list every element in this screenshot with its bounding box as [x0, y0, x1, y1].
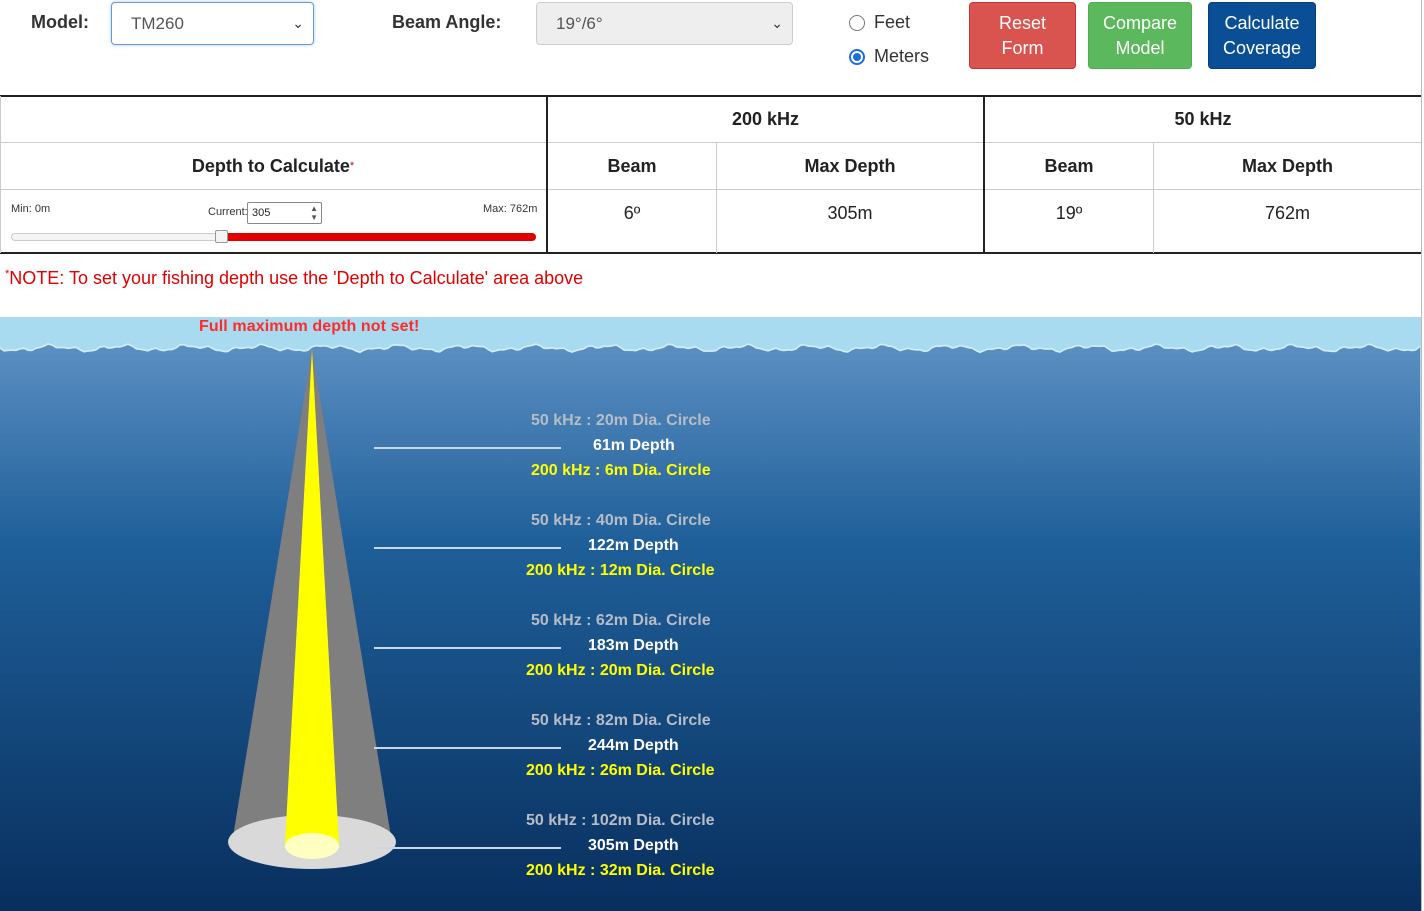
marker-200khz-label: 200 kHz : 12m Dia. Circle: [526, 562, 715, 579]
page-border: [1421, 0, 1422, 911]
marker-depth-label: 61m Depth: [593, 437, 675, 454]
beam-angle-value: 19°/6°: [556, 14, 603, 33]
compare-model-button[interactable]: Compare Model: [1088, 2, 1192, 69]
reset-form-label-2: Form: [1001, 38, 1044, 58]
marker-50khz-label: 50 kHz : 82m Dia. Circle: [531, 712, 711, 729]
beam-angle-label: Beam Angle:: [392, 12, 502, 32]
marker-50khz-label: 50 kHz : 102m Dia. Circle: [526, 812, 715, 829]
reset-form-label-1: Reset: [998, 13, 1047, 33]
depth-slider-fill: [221, 233, 536, 241]
depth-to-calculate-label: Depth to Calculate: [191, 155, 350, 176]
compare-model-label-2: Model: [1115, 38, 1165, 58]
current-depth-label: Current:: [208, 206, 248, 218]
beam-header-200khz: Beam: [607, 155, 657, 176]
compare-model-label-1: Compare: [1102, 13, 1178, 33]
marker-200khz-label: 200 kHz : 20m Dia. Circle: [526, 662, 715, 679]
marker-depth-label: 122m Depth: [588, 537, 679, 554]
reset-form-button[interactable]: Reset Form: [969, 2, 1076, 69]
slider-min-label: Min: 0m: [11, 203, 51, 215]
slider-max-label: Max: 762m: [483, 203, 538, 215]
units-meters-label: Meters: [874, 46, 930, 66]
current-depth-input[interactable]: 305 ▲ ▼: [247, 202, 322, 224]
calculate-coverage-button[interactable]: Calculate Coverage: [1208, 2, 1316, 69]
radio-feet[interactable]: [849, 14, 865, 31]
max-depth-value-50khz: 762m: [1264, 202, 1311, 223]
max-depth-warning: Full maximum depth not set!: [199, 318, 420, 335]
marker-50khz-label: 50 kHz : 62m Dia. Circle: [531, 612, 711, 629]
required-asterisk: *: [349, 160, 355, 172]
marker-200khz-label: 200 kHz : 6m Dia. Circle: [531, 462, 711, 479]
model-label: Model:: [31, 12, 89, 32]
marker-depth-label: 305m Depth: [588, 837, 679, 854]
header-200khz: 200 kHz: [731, 109, 800, 129]
marker-50khz-label: 50 kHz : 40m Dia. Circle: [531, 512, 711, 529]
beam-value-200khz: 6º: [623, 202, 641, 223]
current-depth-value: 305: [252, 207, 271, 219]
fishing-depth-note: *NOTE: To set your fishing depth use the…: [5, 268, 583, 289]
max-depth-value-200khz: 305m: [827, 202, 873, 223]
marker-200khz-label: 200 kHz : 26m Dia. Circle: [526, 762, 715, 779]
marker-200khz-label: 200 kHz : 32m Dia. Circle: [526, 862, 715, 879]
marker-50khz-label: 50 kHz : 20m Dia. Circle: [531, 412, 711, 429]
calculate-coverage-label-1: Calculate: [1224, 13, 1300, 33]
depth-to-calculate-header: Depth to Calculate *: [0, 143, 546, 189]
chevron-down-icon: ⌄: [771, 15, 783, 31]
note-text: NOTE: To set your fishing depth use the …: [9, 268, 584, 288]
max-depth-header-50khz: Max Depth: [1241, 155, 1333, 176]
marker-depth-label: 244m Depth: [588, 737, 679, 754]
marker-depth-label: 183m Depth: [588, 637, 679, 654]
model-select-value: TM260: [131, 14, 184, 33]
max-depth-header-200khz: Max Depth: [804, 155, 896, 176]
coverage-circle-200khz: [285, 833, 339, 859]
depth-slider-thumb[interactable]: [215, 230, 229, 243]
spinner-icon[interactable]: ▲ ▼: [310, 204, 318, 222]
beam-angle-select[interactable]: 19°/6° ⌄: [536, 2, 793, 45]
beam-value-50khz: 19º: [1055, 202, 1083, 223]
radio-meters[interactable]: [849, 48, 865, 65]
units-feet-label: Feet: [874, 12, 911, 32]
header-50khz: 50 kHz: [1174, 109, 1232, 129]
calculate-coverage-label-2: Coverage: [1222, 38, 1302, 58]
units-feet-option[interactable]: Feet: [849, 12, 910, 33]
units-meters-option[interactable]: Meters: [849, 46, 929, 67]
model-select[interactable]: TM260 ⌄: [111, 2, 314, 45]
beam-header-50khz: Beam: [1044, 155, 1094, 176]
chevron-down-icon: ⌄: [292, 15, 304, 31]
